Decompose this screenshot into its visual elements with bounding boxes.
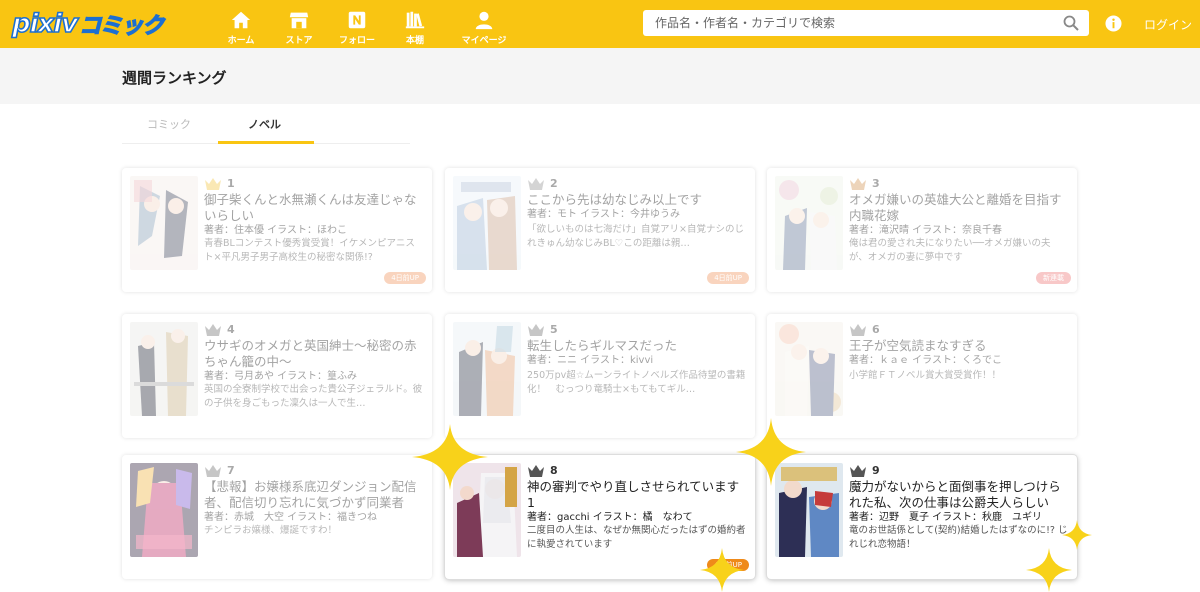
sparkle-icon xyxy=(700,548,744,592)
sparkle-icon xyxy=(736,418,806,486)
book-author: 著者：gacchi イラスト：橘 なわて xyxy=(527,512,693,523)
book-author: 著者：住本優 イラスト：ほわこ xyxy=(204,225,347,236)
book-description: 小学館ＦＴノベル賞大賞受賞作！！ xyxy=(849,370,1002,381)
book-cover xyxy=(453,322,521,416)
search-box xyxy=(643,10,1089,36)
book-cover xyxy=(453,176,521,270)
bookshelf-icon xyxy=(405,11,425,29)
logo-text: pixiv xyxy=(11,8,79,40)
book-title: ここから先は幼なじみ以上です xyxy=(527,192,703,207)
crown-icon xyxy=(850,464,866,477)
book-title: 魔力がないからと面倒事を押しつけられた私、次の仕事は公爵夫人らしいで… xyxy=(849,479,1061,510)
nav-mypage[interactable]: マイページ xyxy=(444,0,524,48)
ranking-tabs: コミック ノベル xyxy=(122,104,410,144)
title-band: 週間ランキング xyxy=(0,48,1200,104)
main-nav: ホーム ストア フォロー 本棚 マイページ xyxy=(212,0,524,48)
search-icon[interactable] xyxy=(1063,15,1079,31)
nav-follow-label: フォロー xyxy=(338,36,375,46)
book-description: 「欲しいものは七海だけ」自覚アリ×自覚ナシのじれきゅん幼なじみBL♡この距離は親… xyxy=(527,224,744,249)
book-description: 俺は君の愛され夫になりたい──オメガ嫌いの夫が、オメガの妻に夢中です xyxy=(849,238,1051,263)
nav-home[interactable]: ホーム xyxy=(212,0,270,48)
crown-icon xyxy=(205,323,221,336)
nav-bookshelf[interactable]: 本棚 xyxy=(386,0,444,48)
ranking-card[interactable]: 1 御子柴くんと水無瀬くんは友達じゃないらしい 著者：住本優 イラスト：ほわこ … xyxy=(122,168,432,292)
info-icon[interactable] xyxy=(1105,15,1122,32)
home-icon xyxy=(231,11,251,29)
book-title: 転生したらギルマスだった xyxy=(527,338,678,353)
ranking-card[interactable]: 7 【悲報】お嬢様系底辺ダンジョン配信者、配信切り忘れに気づかず同業者を… 著者… xyxy=(122,455,432,579)
rank-number: 9 xyxy=(872,464,880,477)
rank-number: 5 xyxy=(550,323,558,336)
book-title: 王子が空気読まなすぎる xyxy=(849,338,987,353)
book-cover xyxy=(130,322,198,416)
book-author: 著者：ｋａｅ イラスト：くろでこ xyxy=(849,355,1002,366)
store-icon xyxy=(289,12,309,29)
update-badge: 新連載 xyxy=(1036,272,1071,284)
nav-bookshelf-label: 本棚 xyxy=(405,36,424,46)
book-author: 著者：モト イラスト：今井ゆうみ xyxy=(527,209,680,220)
logo-subtext: コミック xyxy=(78,13,164,39)
update-badge: 4日前UP xyxy=(384,272,426,284)
ranking-card[interactable]: 6 王子が空気読まなすぎる 著者：ｋａｅ イラスト：くろでこ 小学館ＦＴノベル賞… xyxy=(767,314,1077,438)
book-title: ウサギのオメガと英国紳士〜秘密の赤ちゃん籠の中〜 xyxy=(204,338,417,369)
nav-store[interactable]: ストア xyxy=(270,0,328,48)
crown-silver-icon xyxy=(528,177,544,190)
book-author: 著者：ニニ イラスト：kivvi xyxy=(527,355,654,366)
rank-number: 7 xyxy=(227,464,235,477)
rank-number: 4 xyxy=(227,323,235,336)
crown-icon xyxy=(850,323,866,336)
rank-number: 3 xyxy=(872,177,880,190)
tab-comic[interactable]: コミック xyxy=(147,116,191,132)
book-cover xyxy=(775,176,843,270)
crown-gold-icon xyxy=(205,177,221,190)
crown-icon xyxy=(528,323,544,336)
book-description: 250万pv超☆ムーンライトノベルズ作品待望の書籍化！ むっつり竜騎士×もてもて… xyxy=(527,370,746,395)
nav-store-label: ストア xyxy=(285,36,313,46)
sparkle-icon xyxy=(1026,548,1072,592)
active-tab-indicator xyxy=(218,141,314,144)
book-author: 著者：赤城 大空 イラスト：福きつね xyxy=(204,512,377,523)
ranking-card[interactable]: 4 ウサギのオメガと英国紳士〜秘密の赤ちゃん籠の中〜 著者：弓月あや イラスト：… xyxy=(122,314,432,438)
ranking-card[interactable]: 5 転生したらギルマスだった 著者：ニニ イラスト：kivvi 250万pv超☆… xyxy=(445,314,755,438)
book-author: 著者：弓月あや イラスト：篁ふみ xyxy=(204,371,357,382)
nav-home-label: ホーム xyxy=(227,36,255,46)
nav-mypage-label: マイページ xyxy=(461,36,507,46)
sparkle-icon xyxy=(1062,520,1092,550)
nav-follow[interactable]: フォロー xyxy=(328,0,386,48)
book-author: 著者：滝沢晴 イラスト：奈良千春 xyxy=(849,225,1002,236)
book-title: オメガ嫌いの英雄大公と離婚を目指す内職花嫁 xyxy=(849,192,1062,223)
book-description: チンピラお嬢様、爆誕ですわ！ xyxy=(204,525,338,536)
book-cover xyxy=(775,322,843,416)
book-description: 英国の全寮制学校で出会った貴公子ジェラルド。彼の子供を身ごもった凜久は一人で生… xyxy=(204,384,423,409)
user-icon xyxy=(475,11,493,30)
ranking-card[interactable]: 3 オメガ嫌いの英雄大公と離婚を目指す内職花嫁 著者：滝沢晴 イラスト：奈良千春… xyxy=(767,168,1077,292)
search-input[interactable] xyxy=(643,10,1043,36)
book-title: 神の審判でやり直しさせられています 1 xyxy=(527,479,740,510)
rank-number: 1 xyxy=(227,177,235,190)
rank-number: 6 xyxy=(872,323,880,336)
tab-novel[interactable]: ノベル xyxy=(248,116,281,132)
pixiv-comic-logo[interactable]: pixiv コミック xyxy=(11,8,165,40)
rank-number: 8 xyxy=(550,464,558,477)
login-link[interactable]: ログイン xyxy=(1144,16,1192,33)
book-title: 御子柴くんと水無瀬くんは友達じゃないらしい xyxy=(204,192,417,223)
page-title: 週間ランキング xyxy=(122,69,227,87)
follow-icon xyxy=(348,11,366,29)
book-description: 青春BLコンテスト優秀賞受賞！イケメンピアニスト×平凡男子男子高校生の秘密な関係… xyxy=(204,238,415,263)
book-cover xyxy=(130,176,198,270)
book-author: 著者：辺野 夏子 イラスト：秋鹿 ユギリ xyxy=(849,512,1042,523)
rank-number: 2 xyxy=(550,177,558,190)
book-title: 【悲報】お嬢様系底辺ダンジョン配信者、配信切り忘れに気づかず同業者を… xyxy=(204,479,417,510)
ranking-card[interactable]: 2 ここから先は幼なじみ以上です 著者：モト イラスト：今井ゆうみ 「欲しいもの… xyxy=(445,168,755,292)
book-cover xyxy=(130,463,198,557)
sparkle-icon xyxy=(412,424,488,490)
update-badge: 4日前UP xyxy=(707,272,749,284)
top-bar: pixiv コミック ホーム ストア フォロー 本棚 マイページ 作品名・作者名… xyxy=(0,0,1200,48)
crown-icon xyxy=(205,464,221,477)
crown-bronze-icon xyxy=(850,177,866,190)
crown-icon xyxy=(528,464,544,477)
